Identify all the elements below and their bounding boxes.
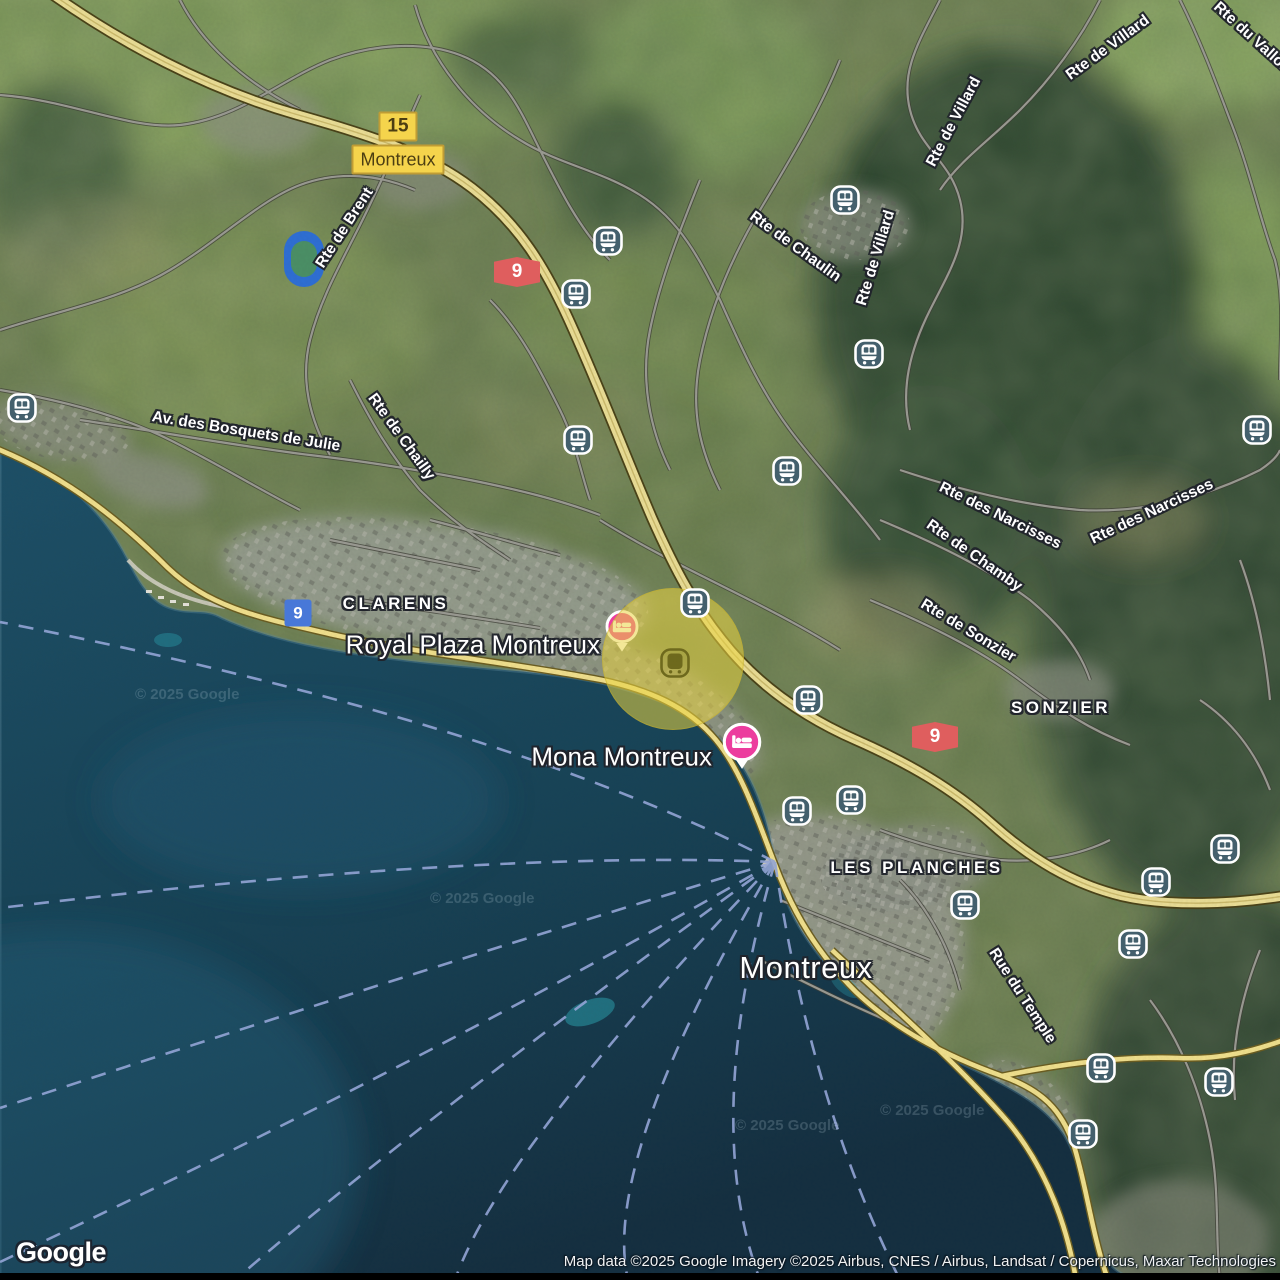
map-canvas[interactable]: © 2025 Google© 2025 Google© 2025 Google©… [0, 0, 1280, 1280]
satellite-imagery [0, 0, 1280, 1280]
